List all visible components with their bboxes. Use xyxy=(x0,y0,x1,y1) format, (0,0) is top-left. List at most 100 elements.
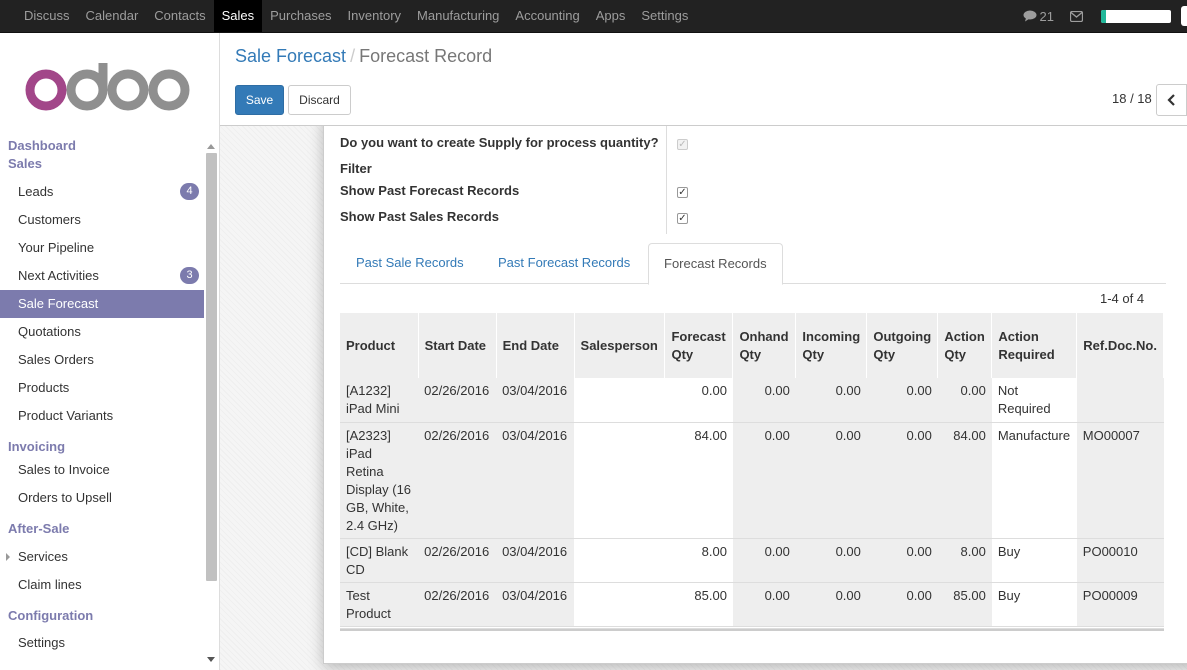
discard-button[interactable]: Discard xyxy=(288,85,351,115)
sidebar-item-services[interactable]: Services xyxy=(0,543,204,571)
show-past-forecast-checkbox[interactable]: ✓ xyxy=(677,187,688,198)
record-count: 1-4 of 4 xyxy=(1100,291,1145,306)
sidebar-item-label: Next Activities xyxy=(18,268,99,283)
sidebar-item-products[interactable]: Products xyxy=(0,374,204,402)
user-menu[interactable] xyxy=(1181,6,1187,26)
cell-end-date: 03/04/2016 xyxy=(496,378,575,423)
cell-action-required: Not Required xyxy=(991,378,1077,423)
menu-settings[interactable]: Settings xyxy=(633,0,696,32)
sidebar-nav: Dashboard Sales Leads 4 Customers Your Pi… xyxy=(0,137,204,657)
odoo-logo[interactable] xyxy=(24,63,194,115)
cell-product: [A1232] iPad Mini xyxy=(340,378,419,423)
menu-calendar[interactable]: Calendar xyxy=(78,0,147,32)
table-row[interactable]: [A2323] iPad Retina Display (16 GB, Whit… xyxy=(340,422,1164,539)
sidebar-item-claim-lines[interactable]: Claim lines xyxy=(0,571,204,599)
menu-apps[interactable]: Apps xyxy=(588,0,634,32)
table-row[interactable]: [CD] Blank CD 02/26/2016 03/04/2016 8.00… xyxy=(340,538,1164,583)
sidebar-item-sales-to-invoice[interactable]: Sales to Invoice xyxy=(0,456,204,484)
group-label-filter: Filter xyxy=(340,161,372,176)
sidebar-item-label: Your Pipeline xyxy=(18,240,95,255)
cell-salesperson xyxy=(574,538,665,583)
sidebar-item-product-variants[interactable]: Product Variants xyxy=(0,402,204,430)
chat-icon xyxy=(1023,10,1037,22)
column-header-outgoing-qty[interactable]: Outgoing Qty xyxy=(866,313,939,378)
sidebar-section-invoicing[interactable]: Invoicing xyxy=(0,430,204,456)
table-row[interactable]: [A1232] iPad Mini 02/26/2016 03/04/2016 … xyxy=(340,378,1164,423)
scroll-up-arrow-icon[interactable] xyxy=(207,144,215,149)
count-badge: 3 xyxy=(180,267,199,284)
sidebar-item-next-activities[interactable]: Next Activities 3 xyxy=(0,262,204,290)
sidebar-item-sale-forecast[interactable]: Sale Forecast xyxy=(0,290,204,318)
cell-outgoing-qty: 0.00 xyxy=(866,582,938,627)
sidebar-item-your-pipeline[interactable]: Your Pipeline xyxy=(0,234,204,262)
breadcrumb-separator: / xyxy=(350,46,356,66)
cell-salesperson xyxy=(574,378,665,423)
sidebar-section-configuration[interactable]: Configuration xyxy=(0,599,204,629)
app-menu: Discuss Calendar Contacts Sales Purchase… xyxy=(16,0,696,32)
pager-previous-button[interactable] xyxy=(1156,84,1187,116)
sidebar-item-label: Sales Orders xyxy=(18,352,94,367)
sidebar-item-leads[interactable]: Leads 4 xyxy=(0,178,204,206)
cell-product: Test Product xyxy=(340,582,419,627)
cell-incoming-qty: 0.00 xyxy=(795,422,867,539)
field-label-show-past-sales: Show Past Sales Records xyxy=(340,209,499,224)
create-supply-checkbox[interactable]: ✓ xyxy=(677,139,688,150)
sidebar-item-customers[interactable]: Customers xyxy=(0,206,204,234)
cell-onhand-qty: 0.00 xyxy=(732,378,796,423)
cell-start-date: 02/26/2016 xyxy=(418,422,497,539)
sidebar-item-quotations[interactable]: Quotations xyxy=(0,318,204,346)
tab-past-sale-records[interactable]: Past Sale Records xyxy=(341,243,479,284)
menu-manufacturing[interactable]: Manufacturing xyxy=(409,0,507,32)
sidebar-item-label: Sale Forecast xyxy=(18,296,99,311)
systray: 21 xyxy=(1023,0,1187,32)
menu-discuss[interactable]: Discuss xyxy=(16,0,78,32)
messages-button[interactable]: 21 xyxy=(1023,9,1054,24)
column-header-incoming-qty[interactable]: Incoming Qty xyxy=(795,313,868,378)
form-sheet: Do you want to create Supply for process… xyxy=(323,126,1187,664)
table-row[interactable]: Test Product 02/26/2016 03/04/2016 85.00… xyxy=(340,582,1164,627)
menu-accounting[interactable]: Accounting xyxy=(507,0,587,32)
breadcrumb-sale-forecast[interactable]: Sale Forecast xyxy=(235,46,346,66)
cell-incoming-qty: 0.00 xyxy=(795,538,867,583)
scroll-down-arrow-icon[interactable] xyxy=(207,657,215,662)
column-header-end-date[interactable]: End Date xyxy=(496,313,575,378)
tab-past-forecast-records[interactable]: Past Forecast Records xyxy=(483,243,645,284)
top-menu-bar: Discuss Calendar Contacts Sales Purchase… xyxy=(0,0,1187,33)
cell-onhand-qty: 0.00 xyxy=(732,422,796,539)
sidebar-item-orders-to-upsell[interactable]: Orders to Upsell xyxy=(0,484,204,512)
sidebar-section-dashboard[interactable]: Dashboard xyxy=(0,137,204,155)
cell-action-qty: 84.00 xyxy=(937,422,992,539)
sidebar-item-settings[interactable]: Settings xyxy=(0,629,204,657)
column-header-start-date[interactable]: Start Date xyxy=(418,313,497,378)
sidebar-item-label: Sales to Invoice xyxy=(18,462,110,477)
sidebar-item-label: Services xyxy=(18,549,68,564)
sidebar-item-label: Products xyxy=(18,380,70,395)
column-header-onhand-qty[interactable]: Onhand Qty xyxy=(732,313,797,378)
mail-button[interactable] xyxy=(1070,10,1083,22)
cell-action-required: Buy xyxy=(991,582,1077,627)
form-content-area: Do you want to create Supply for process… xyxy=(220,126,1187,670)
column-header-forecast-qty[interactable]: Forecast Qty xyxy=(664,313,734,378)
sidebar-section-sales[interactable]: Sales xyxy=(0,155,204,173)
cell-incoming-qty: 0.00 xyxy=(795,582,867,627)
column-header-salesperson[interactable]: Salesperson xyxy=(574,313,666,378)
sidebar-item-sales-orders[interactable]: Sales Orders xyxy=(0,346,204,374)
menu-inventory[interactable]: Inventory xyxy=(340,0,409,32)
cell-salesperson xyxy=(574,582,665,627)
column-header-action-qty[interactable]: Action Qty xyxy=(937,313,993,378)
column-header-action-required[interactable]: Action Required xyxy=(991,313,1078,378)
sidebar-scrollbar[interactable] xyxy=(204,137,218,662)
column-header-product[interactable]: Product xyxy=(340,313,419,378)
show-past-sales-checkbox[interactable]: ✓ xyxy=(677,213,688,224)
cell-ref-doc-no: MO00007 xyxy=(1076,422,1164,539)
sidebar-section-after-sale[interactable]: After-Sale xyxy=(0,512,204,543)
menu-sales[interactable]: Sales xyxy=(213,0,263,32)
menu-purchases[interactable]: Purchases xyxy=(262,0,339,32)
sidebar-item-label: Customers xyxy=(18,212,81,227)
scroll-thumb[interactable] xyxy=(206,153,217,581)
tab-forecast-records[interactable]: Forecast Records xyxy=(648,243,783,285)
menu-contacts[interactable]: Contacts xyxy=(146,0,213,32)
save-button[interactable]: Save xyxy=(235,85,284,115)
cell-onhand-qty: 0.00 xyxy=(732,582,796,627)
column-header-ref-doc-no[interactable]: Ref.Doc.No. xyxy=(1076,313,1164,378)
